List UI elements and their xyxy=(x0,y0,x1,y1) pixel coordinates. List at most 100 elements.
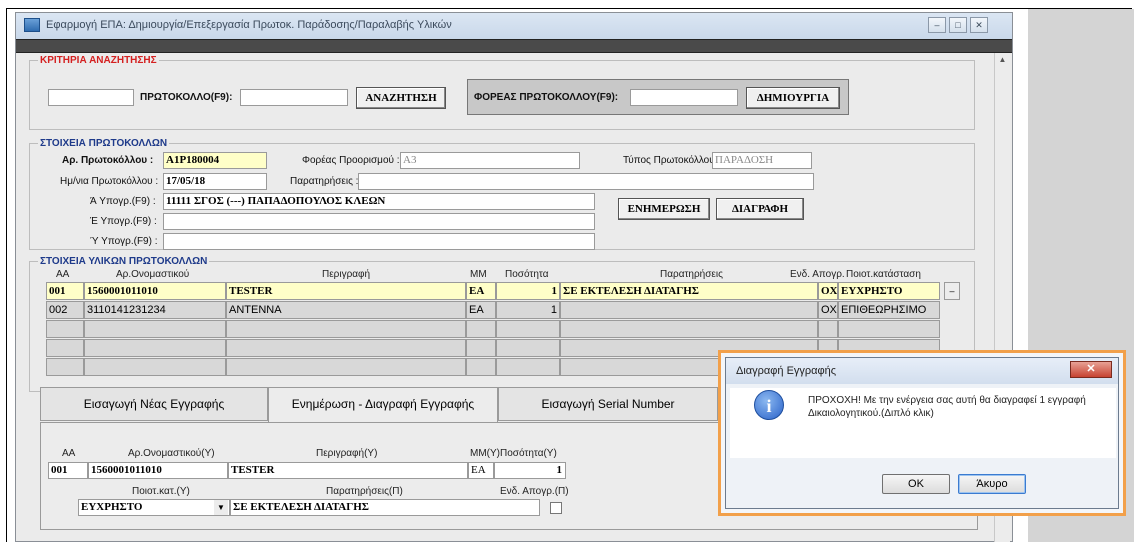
delete-button[interactable]: ΔΙΑΓΡΑΦΗ xyxy=(716,198,804,220)
inventory-checkbox[interactable] xyxy=(550,502,562,514)
minimize-icon[interactable]: – xyxy=(928,17,946,33)
delete-confirm-dialog: Διαγραφή Εγγραφής ✕ i ΠΡΟΧΟΧΗ! Με την εν… xyxy=(718,350,1126,516)
column-header: Περιγραφή xyxy=(322,269,371,280)
signer-a-field[interactable]: 11111 ΣΓΟΣ (---) ΠΑΠΑΔΟΠΟΥΛΟΣ ΚΛΕΩΝ xyxy=(163,193,595,210)
foreas-search-input[interactable] xyxy=(630,89,738,106)
cell-onomastikou[interactable]: 3110141231234 xyxy=(84,301,226,319)
empty-cell xyxy=(560,320,818,338)
tab-update-delete[interactable]: Ενημέρωση - Διαγραφή Εγγραφής xyxy=(268,387,498,423)
notes-field[interactable] xyxy=(358,173,814,190)
update-button[interactable]: ΕΝΗΜΕΡΩΣΗ xyxy=(618,198,710,220)
chevron-down-icon[interactable]: ▼ xyxy=(214,500,228,515)
destination-field[interactable]: Α3 xyxy=(400,152,580,169)
column-header: Αρ.Ονομαστικού xyxy=(116,269,190,280)
cell-quantity[interactable]: 1 xyxy=(496,301,560,319)
protocol-date-label: Ημ/νια Πρωτοκόλλου : xyxy=(60,176,159,187)
empty-cell xyxy=(84,320,226,338)
empty-cell xyxy=(84,339,226,357)
window-title: Εφαρμογή ΕΠΑ: Δημιουργία/Επεξεργασία Πρω… xyxy=(46,19,452,31)
empty-cell xyxy=(46,320,84,338)
cell-notes[interactable] xyxy=(560,301,818,319)
quality-select-value: ΕΥΧΡΗΣΤΟ xyxy=(81,501,143,513)
detail-mm-field[interactable]: ΕΑ xyxy=(468,462,494,479)
cancel-button[interactable]: Άκυρο xyxy=(958,474,1026,494)
quality-select[interactable]: ΕΥΧΡΗΣΤΟ xyxy=(78,499,230,516)
column-header: Παρατηρήσεις xyxy=(660,269,723,280)
detail-quality-label: Ποιοτ.κατ.(Υ) xyxy=(132,486,190,497)
frame-border xyxy=(6,8,1132,9)
detail-notes-field[interactable]: ΣΕ ΕΚΤΕΛΕΣΗ ΔΙΑΤΑΓΗΣ xyxy=(230,499,540,516)
column-header: ΜΜ xyxy=(470,269,487,280)
empty-cell xyxy=(226,339,466,357)
empty-cell xyxy=(226,320,466,338)
cell-notes[interactable]: ΣΕ ΕΚΤΕΛΕΣΗ ΔΙΑΤΑΓΗΣ xyxy=(560,282,818,300)
search-criteria-legend: ΚΡΙΤΗΡΙΑ ΑΝΑΖΗΤΗΣΗΣ xyxy=(40,55,157,66)
close-icon[interactable]: ✕ xyxy=(970,17,988,33)
maximize-icon[interactable]: □ xyxy=(949,17,967,33)
protocol-type-field[interactable]: ΠΑΡΑΔΟΣΗ xyxy=(712,152,812,169)
table-scroll-icon[interactable]: – xyxy=(944,282,960,300)
cell-mm[interactable]: ΕΑ xyxy=(466,282,496,300)
search-prefix-input[interactable] xyxy=(48,89,134,106)
empty-cell xyxy=(84,358,226,376)
cell-quality[interactable]: ΕΠΙΘΕΩΡΗΣΙΜΟ xyxy=(838,301,940,319)
empty-cell xyxy=(46,339,84,357)
cell-description[interactable]: ANTENNA xyxy=(226,301,466,319)
protocol-type-label: Τύπος Πρωτοκόλλου: xyxy=(623,155,718,166)
empty-cell xyxy=(496,320,560,338)
cell-aa[interactable]: 002 xyxy=(46,301,84,319)
cell-onomastikou[interactable]: 1560001011010 xyxy=(84,282,226,300)
empty-cell xyxy=(838,320,940,338)
foreas-search-label: ΦΟΡΕΑΣ ΠΡΩΤΟΚΟΛΛΟΥ(F9): xyxy=(474,92,619,103)
info-icon: i xyxy=(754,390,784,420)
signer-a-label: Ά Υπογρ.(F9) : xyxy=(90,196,156,207)
menu-strip xyxy=(16,39,1012,53)
destination-label: Φορέας Προορισμού : xyxy=(302,155,400,166)
create-button[interactable]: ΔΗΜΙΟΥΡΓΙΑ xyxy=(746,87,840,109)
tab-new-entry[interactable]: Εισαγωγή Νέας Εγγραφής xyxy=(40,387,268,421)
column-header: ΑΑ xyxy=(56,269,70,280)
dialog-close-icon[interactable]: ✕ xyxy=(1070,361,1112,378)
protocol-number-field[interactable]: Α1Ρ180004 xyxy=(163,152,267,169)
cell-quantity[interactable]: 1 xyxy=(496,282,560,300)
protocol-date-field[interactable]: 17/05/18 xyxy=(163,173,267,190)
column-header: Ενδ. Απογρ. xyxy=(790,269,845,280)
ok-button[interactable]: OK xyxy=(882,474,950,494)
signer-b-label: Έ Υπογρ.(F9) : xyxy=(90,216,157,227)
detail-header: ΜΜ(Υ) xyxy=(470,448,500,459)
empty-cell xyxy=(466,339,496,357)
protocol-search-input[interactable] xyxy=(240,89,348,106)
detail-header: Ποσότητα(Υ) xyxy=(500,448,557,459)
protocol-details-legend: ΣΤΟΙΧΕΙΑ ΠΡΩΤΟΚΟΛΛΩΝ xyxy=(40,138,168,149)
detail-quantity-field[interactable]: 1 xyxy=(494,462,566,479)
empty-cell xyxy=(496,339,560,357)
tab-serial-number[interactable]: Εισαγωγή Serial Number xyxy=(498,387,718,421)
detail-notes-label: Παρατηρήσεις(Π) xyxy=(326,486,403,497)
search-button[interactable]: ΑΝΑΖΗΤΗΣΗ xyxy=(356,87,446,109)
empty-cell xyxy=(226,358,466,376)
items-legend: ΣΤΟΙΧΕΙΑ ΥΛΙΚΩΝ ΠΡΩΤΟΚΟΛΛΩΝ xyxy=(40,256,208,267)
scroll-up-icon[interactable]: ▲ xyxy=(995,55,1010,67)
dialog-title: Διαγραφή Εγγραφής xyxy=(736,365,837,377)
detail-header: ΑΑ xyxy=(62,448,76,459)
cell-quality[interactable]: ΕΥΧΡΗΣΤΟ xyxy=(838,282,940,300)
cell-mm[interactable]: ΕΑ xyxy=(466,301,496,319)
detail-description-field[interactable]: TESTER xyxy=(228,462,468,479)
frame-border xyxy=(6,8,7,542)
empty-cell xyxy=(466,320,496,338)
cell-description[interactable]: TESTER xyxy=(226,282,466,300)
dialog-window: Διαγραφή Εγγραφής ✕ i ΠΡΟΧΟΧΗ! Με την εν… xyxy=(725,357,1119,509)
detail-onomastikou-field[interactable]: 1560001011010 xyxy=(88,462,228,479)
signer-b-field[interactable] xyxy=(163,213,595,230)
cell-aa[interactable]: 001 xyxy=(46,282,84,300)
dialog-title-bar: Διαγραφή Εγγραφής ✕ xyxy=(726,358,1118,384)
cell-inventory[interactable]: ΟΧΙ xyxy=(818,301,838,319)
signer-c-field[interactable] xyxy=(163,233,595,250)
empty-cell xyxy=(818,320,838,338)
protocol-search-label: ΠΡΩΤΟΚΟΛΛΟ(F9): xyxy=(140,92,233,103)
cell-inventory[interactable]: ΟΧ xyxy=(818,282,838,300)
signer-c-label: Ύ Υπογρ.(F9) : xyxy=(90,236,158,247)
protocol-number-label: Αρ. Πρωτοκόλλου : xyxy=(62,155,154,166)
detail-aa-field[interactable]: 001 xyxy=(48,462,88,479)
screenshot-stage: Εφαρμογή ΕΠΑ: Δημιουργία/Επεξεργασία Πρω… xyxy=(0,0,1134,542)
